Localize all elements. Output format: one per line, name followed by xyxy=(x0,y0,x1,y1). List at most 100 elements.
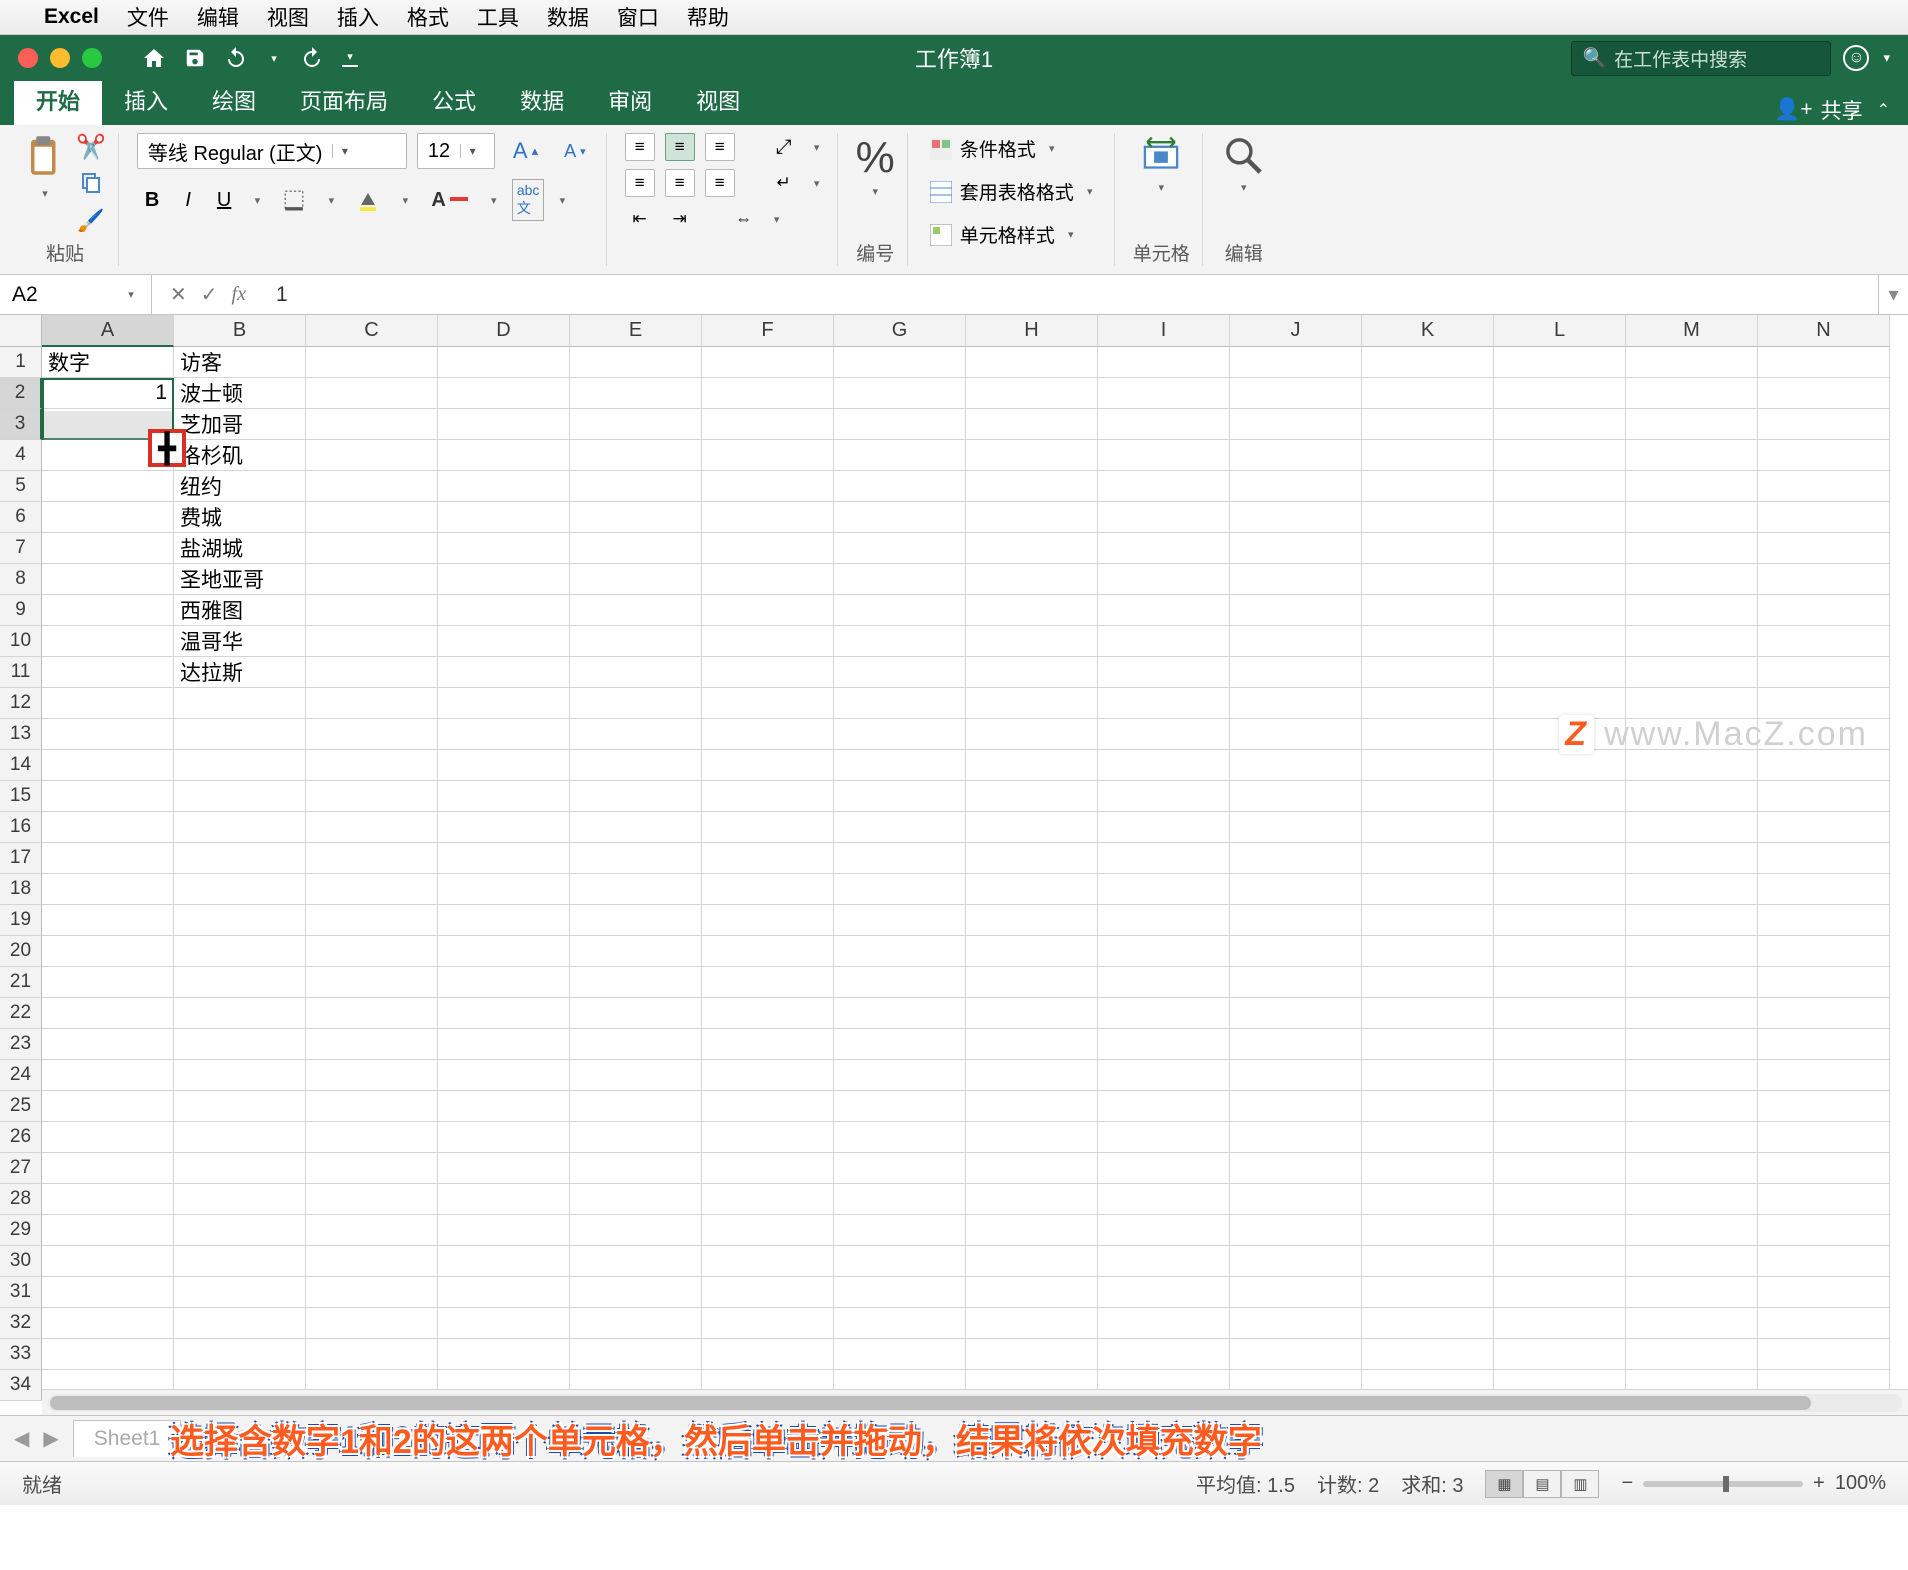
cell-L10[interactable] xyxy=(1494,626,1626,657)
cell-F1[interactable] xyxy=(702,347,834,378)
cell-I29[interactable] xyxy=(1098,1215,1230,1246)
row-header-26[interactable]: 26 xyxy=(0,1122,42,1153)
cell-H22[interactable] xyxy=(966,998,1098,1029)
cf-dd-icon[interactable]: ▾ xyxy=(1044,142,1060,155)
cell-F20[interactable] xyxy=(702,936,834,967)
cell-A31[interactable] xyxy=(42,1277,174,1308)
cell-D7[interactable] xyxy=(438,533,570,564)
font-name-combo[interactable]: 等线 Regular (正文)▾ xyxy=(137,133,407,169)
cell-J30[interactable] xyxy=(1230,1246,1362,1277)
cell-D18[interactable] xyxy=(438,874,570,905)
cell-F9[interactable] xyxy=(702,595,834,626)
cell-D22[interactable] xyxy=(438,998,570,1029)
cell-N9[interactable] xyxy=(1758,595,1890,626)
cell-F2[interactable] xyxy=(702,378,834,409)
cell-N18[interactable] xyxy=(1758,874,1890,905)
cell-H5[interactable] xyxy=(966,471,1098,502)
cell-L22[interactable] xyxy=(1494,998,1626,1029)
tab-layout[interactable]: 页面布局 xyxy=(278,75,410,125)
cell-C21[interactable] xyxy=(306,967,438,998)
menu-data[interactable]: 数据 xyxy=(547,2,589,32)
cell-A21[interactable] xyxy=(42,967,174,998)
cell-J6[interactable] xyxy=(1230,502,1362,533)
cell-A17[interactable] xyxy=(42,843,174,874)
cell-L14[interactable] xyxy=(1494,750,1626,781)
save-icon[interactable] xyxy=(184,47,206,69)
cell-F28[interactable] xyxy=(702,1184,834,1215)
cell-N7[interactable] xyxy=(1758,533,1890,564)
cell-D13[interactable] xyxy=(438,719,570,750)
cell-M11[interactable] xyxy=(1626,657,1758,688)
cell-A23[interactable] xyxy=(42,1029,174,1060)
cell-G24[interactable] xyxy=(834,1060,966,1091)
cell-C17[interactable] xyxy=(306,843,438,874)
cell-C23[interactable] xyxy=(306,1029,438,1060)
cell-N32[interactable] xyxy=(1758,1308,1890,1339)
cell-H25[interactable] xyxy=(966,1091,1098,1122)
cell-E1[interactable] xyxy=(570,347,702,378)
cell-J10[interactable] xyxy=(1230,626,1362,657)
bold-button[interactable]: B xyxy=(137,185,167,216)
cell-C19[interactable] xyxy=(306,905,438,936)
cell-G12[interactable] xyxy=(834,688,966,719)
cell-J26[interactable] xyxy=(1230,1122,1362,1153)
cell-J31[interactable] xyxy=(1230,1277,1362,1308)
cell-C33[interactable] xyxy=(306,1339,438,1370)
cell-E22[interactable] xyxy=(570,998,702,1029)
cell-B21[interactable] xyxy=(174,967,306,998)
row-header-24[interactable]: 24 xyxy=(0,1060,42,1091)
cell-L1[interactable] xyxy=(1494,347,1626,378)
cell-F32[interactable] xyxy=(702,1308,834,1339)
cell-H9[interactable] xyxy=(966,595,1098,626)
increase-font-icon[interactable]: A▴ xyxy=(505,134,546,168)
cell-I19[interactable] xyxy=(1098,905,1230,936)
cell-C6[interactable] xyxy=(306,502,438,533)
cell-F6[interactable] xyxy=(702,502,834,533)
cell-K19[interactable] xyxy=(1362,905,1494,936)
table-format-button[interactable]: 套用表格格式▾ xyxy=(926,176,1102,207)
zoom-out-icon[interactable]: − xyxy=(1621,1472,1633,1495)
undo-dropdown-icon[interactable]: ▾ xyxy=(266,52,282,65)
customize-qat-icon[interactable]: ▾ xyxy=(342,50,358,67)
cell-C9[interactable] xyxy=(306,595,438,626)
cell-F13[interactable] xyxy=(702,719,834,750)
row-header-1[interactable]: 1 xyxy=(0,347,42,378)
cell-E19[interactable] xyxy=(570,905,702,936)
row-header-12[interactable]: 12 xyxy=(0,688,42,719)
cs-dd-icon[interactable]: ▾ xyxy=(1063,228,1079,241)
cell-G1[interactable] xyxy=(834,347,966,378)
cell-N33[interactable] xyxy=(1758,1339,1890,1370)
row-header-23[interactable]: 23 xyxy=(0,1029,42,1060)
row-header-29[interactable]: 29 xyxy=(0,1215,42,1246)
row-header-32[interactable]: 32 xyxy=(0,1308,42,1339)
cell-E25[interactable] xyxy=(570,1091,702,1122)
orient-dd-icon[interactable]: ▾ xyxy=(809,141,825,154)
cell-K17[interactable] xyxy=(1362,843,1494,874)
cell-G11[interactable] xyxy=(834,657,966,688)
cell-N22[interactable] xyxy=(1758,998,1890,1029)
cell-I12[interactable] xyxy=(1098,688,1230,719)
cell-M17[interactable] xyxy=(1626,843,1758,874)
cell-G6[interactable] xyxy=(834,502,966,533)
cell-D14[interactable] xyxy=(438,750,570,781)
cell-E32[interactable] xyxy=(570,1308,702,1339)
cell-M30[interactable] xyxy=(1626,1246,1758,1277)
cell-K13[interactable] xyxy=(1362,719,1494,750)
cell-N15[interactable] xyxy=(1758,781,1890,812)
cell-E30[interactable] xyxy=(570,1246,702,1277)
menu-window[interactable]: 窗口 xyxy=(617,2,659,32)
cell-I21[interactable] xyxy=(1098,967,1230,998)
cell-K30[interactable] xyxy=(1362,1246,1494,1277)
cells-button[interactable]: ▾ xyxy=(1138,133,1184,194)
cell-D24[interactable] xyxy=(438,1060,570,1091)
cell-H18[interactable] xyxy=(966,874,1098,905)
cell-F25[interactable] xyxy=(702,1091,834,1122)
sheet-tab[interactable]: Sheet1 xyxy=(73,1420,182,1457)
cell-K11[interactable] xyxy=(1362,657,1494,688)
cell-C30[interactable] xyxy=(306,1246,438,1277)
cell-E27[interactable] xyxy=(570,1153,702,1184)
col-header-J[interactable]: J xyxy=(1230,315,1362,347)
cell-A33[interactable] xyxy=(42,1339,174,1370)
cell-M14[interactable] xyxy=(1626,750,1758,781)
cell-D31[interactable] xyxy=(438,1277,570,1308)
